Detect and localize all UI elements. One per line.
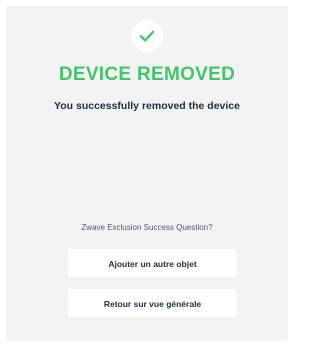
- checkmark-icon: [139, 30, 155, 42]
- back-to-overview-button[interactable]: Retour sur vue générale: [68, 289, 237, 317]
- exclusion-question: Zwave Exclusion Success Question?: [81, 223, 213, 232]
- status-message: You successfully removed the device: [54, 100, 240, 112]
- status-title: DEVICE REMOVED: [58, 64, 236, 85]
- add-another-device-button[interactable]: Ajouter un autre objet: [68, 249, 237, 277]
- success-badge: [131, 20, 163, 52]
